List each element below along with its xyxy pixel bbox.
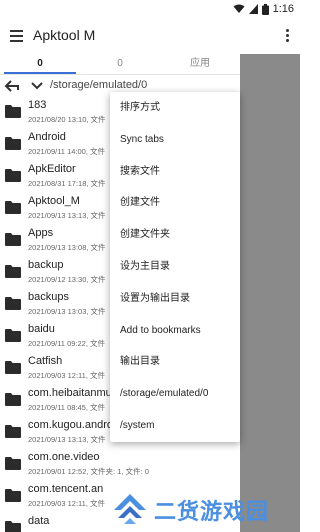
menu-item-search-files[interactable]: 搜索文件 [110, 156, 240, 188]
folder-icon [5, 105, 21, 118]
file-name: 183 [28, 99, 47, 111]
tab-1[interactable]: 0 [0, 54, 80, 74]
folder-icon [5, 489, 21, 502]
folder-icon [5, 521, 21, 532]
file-name: Catfish [28, 355, 63, 367]
folder-icon [5, 137, 21, 150]
back-arrow-icon[interactable] [4, 78, 20, 94]
file-meta: 2021/09/03 12:11, 文件 [28, 499, 105, 508]
menu-item-add-bookmark[interactable]: Add to bookmarks [110, 315, 240, 347]
menu-item-set-home[interactable]: 设为主目录 [110, 251, 240, 283]
app-bar-actions [240, 18, 300, 54]
overflow-dropdown-menu: 排序方式 Sync tabs 搜索文件 创建文件 创建文件夹 设为主目录 设置为… [110, 92, 240, 442]
watermark-text: 二货游戏园 [154, 498, 270, 524]
signal-icon [248, 4, 258, 14]
file-name: com.one.video [28, 451, 100, 463]
file-meta: 2021/09/13 13:08, 文件 [28, 243, 106, 252]
tab-2[interactable]: 0 [80, 54, 160, 74]
file-meta: 2021/09/13 13:03, 文件 [28, 307, 106, 316]
file-row[interactable]: com.one.video 2021/09/01 12:52, 文件夹: 1, … [0, 448, 240, 480]
overflow-menu-icon[interactable] [282, 28, 292, 44]
folder-icon [5, 361, 21, 374]
menu-item-create-file[interactable]: 创建文件 [110, 187, 240, 219]
file-name: com.heibaitanmu [28, 387, 112, 399]
menu-item-sort-by[interactable]: 排序方式 [110, 92, 240, 124]
folder-icon [5, 265, 21, 278]
status-icons: 1:16 [233, 3, 294, 15]
menu-item-storage-path[interactable]: /storage/emulated/0 [110, 378, 240, 410]
file-name: com.kugou.andro [28, 419, 113, 431]
menu-item-sync-tabs[interactable]: Sync tabs [110, 124, 240, 156]
folder-icon [5, 393, 21, 406]
file-meta: 2021/09/11 14:00, 文件 [28, 147, 105, 156]
file-name: backup [28, 259, 64, 271]
folder-icon [5, 297, 21, 310]
folder-icon [5, 425, 21, 438]
folder-icon [5, 457, 21, 470]
current-path: /storage/emulated/0 [50, 79, 148, 91]
file-name: com.tencent.an [28, 483, 104, 495]
tab-apps[interactable]: 应用 [160, 54, 240, 74]
file-name: data [28, 515, 50, 527]
tab-bar: 0 0 应用 [0, 54, 240, 74]
file-meta: 2021/09/01 12:52, 文件夹: 1, 文件: 0 [28, 467, 149, 476]
folder-icon [5, 201, 21, 214]
file-meta: 2021/09/12 13:30, 文件 [28, 275, 106, 284]
chevron-down-icon[interactable] [30, 78, 44, 94]
file-name: Apps [28, 227, 54, 239]
status-time: 1:16 [272, 3, 294, 15]
wifi-icon [233, 4, 245, 13]
menu-item-set-output-dir[interactable]: 设置为输出目录 [110, 283, 240, 315]
watermark: 二货游戏园 [110, 487, 300, 532]
status-bar: 1:16 [0, 0, 300, 18]
file-meta: 2021/09/13 13:13, 文件 [28, 435, 106, 444]
folder-icon [5, 233, 21, 246]
file-name: backups [28, 291, 69, 303]
battery-icon [261, 3, 269, 15]
hamburger-menu-icon[interactable] [10, 27, 26, 45]
folder-icon [5, 329, 21, 342]
file-meta: 2021/09/03 12:11, 文件 [28, 371, 105, 380]
watermark-logo-icon [114, 493, 146, 524]
folder-icon [5, 169, 21, 182]
file-name: Android [28, 131, 66, 143]
file-name: ApkEditor [28, 163, 76, 175]
file-meta: 2021/09/11 08:45, 文件 [28, 403, 105, 412]
file-name: baidu [28, 323, 55, 335]
menu-item-create-folder[interactable]: 创建文件夹 [110, 219, 240, 251]
file-meta: 2021/08/31 17:18, 文件 [28, 179, 106, 188]
file-meta: 2021/08/20 13:10, 文件 [28, 115, 106, 124]
menu-item-system-path[interactable]: /system [110, 410, 240, 442]
file-meta: 2021/09/11 09:22, 文件 [28, 339, 105, 348]
menu-item-output-dir[interactable]: 输出目录 [110, 346, 240, 378]
file-meta: 2021/09/13 13:13, 文件 [28, 211, 106, 220]
file-name: Apktool_M [28, 195, 80, 207]
app-title: Apktool M [33, 27, 96, 43]
dimmed-overlay [240, 54, 300, 532]
app-bar: Apktool M [0, 18, 240, 54]
